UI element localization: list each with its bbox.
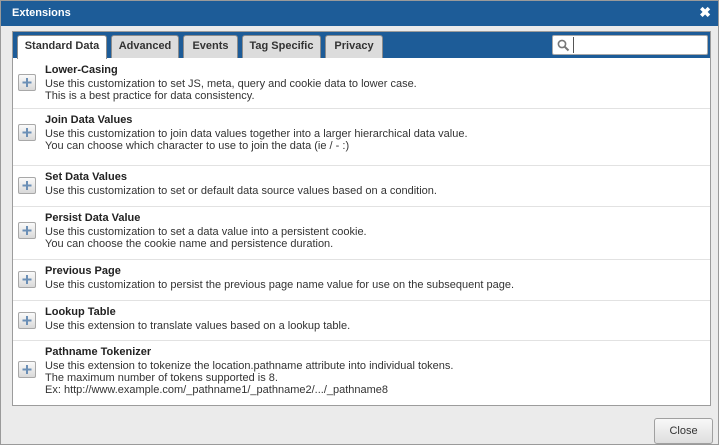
extensions-panel: Standard Data Advanced Events Tag Specif… (12, 31, 711, 406)
plus-icon (22, 275, 32, 284)
extension-item: Join Data Values Use this customization t… (13, 109, 710, 166)
add-extension-button[interactable] (18, 361, 36, 378)
extension-description: Use this customization to set a data val… (45, 226, 367, 238)
search-input[interactable] (573, 37, 705, 53)
extension-description: Use this customization to persist the pr… (45, 279, 515, 291)
tab-privacy[interactable]: Privacy (325, 35, 383, 58)
add-extension-button[interactable] (18, 271, 36, 288)
extension-description: Ex: http://www.example.com/_pathname1/_p… (45, 384, 389, 396)
add-extension-button[interactable] (18, 312, 36, 329)
extension-description: The maximum number of tokens supported i… (45, 372, 278, 384)
tab-tag-specific[interactable]: Tag Specific (242, 35, 321, 58)
extension-title: Set Data Values (45, 171, 127, 183)
plus-icon (22, 226, 32, 235)
plus-icon (22, 78, 32, 87)
add-extension-button[interactable] (18, 177, 36, 194)
extension-item: Persist Data Value Use this customization… (13, 207, 710, 260)
search-icon (557, 39, 570, 52)
extension-title: Previous Page (45, 265, 121, 277)
extension-description: Use this customization to set or default… (45, 185, 437, 197)
add-extension-button[interactable] (18, 222, 36, 239)
tab-advanced[interactable]: Advanced (111, 35, 179, 58)
extension-description: You can choose which character to use to… (45, 140, 350, 152)
plus-icon (22, 365, 32, 374)
close-icon[interactable]: ✖ (699, 4, 711, 21)
extension-item: Lower-Casing Use this customization to se… (13, 59, 710, 109)
add-extension-button[interactable] (18, 74, 36, 91)
extension-title: Pathname Tokenizer (45, 346, 152, 358)
plus-icon (22, 181, 32, 190)
extension-item: Previous Page Use this customization to p… (13, 260, 710, 301)
extension-item: Lookup Table Use this extension to transl… (13, 301, 710, 341)
extension-description: This is a best practice for data consist… (45, 90, 255, 102)
dialog-title: Extensions (12, 7, 71, 19)
dialog-titlebar: Extensions ✖ (1, 1, 718, 26)
extensions-dialog: Extensions ✖ Standard Data Advanced Even… (0, 0, 719, 445)
extension-description: Use this customization to set JS, meta, … (45, 78, 417, 90)
tab-bar: Standard Data Advanced Events Tag Specif… (13, 32, 710, 59)
extension-description: You can choose the cookie name and persi… (45, 238, 334, 250)
extension-title: Lower-Casing (45, 64, 118, 76)
plus-icon (22, 316, 32, 325)
close-button[interactable]: Close (654, 418, 713, 444)
extension-title: Join Data Values (45, 114, 133, 126)
extension-title: Persist Data Value (45, 212, 141, 224)
extension-description: Use this customization to join data valu… (45, 128, 468, 140)
tab-events[interactable]: Events (183, 35, 238, 58)
extension-item: Set Data Values Use this customization to… (13, 166, 710, 207)
tab-standard-data[interactable]: Standard Data (17, 35, 107, 59)
plus-icon (22, 128, 32, 137)
add-extension-button[interactable] (18, 124, 36, 141)
search-box (552, 35, 708, 55)
extension-description: Use this extension to translate values b… (45, 320, 351, 332)
extension-description: Use this extension to tokenize the locat… (45, 360, 454, 372)
extension-title: Lookup Table (45, 306, 116, 318)
extension-list: Lower-Casing Use this customization to se… (13, 59, 710, 403)
extension-item: Pathname Tokenizer Use this extension to … (13, 341, 710, 403)
